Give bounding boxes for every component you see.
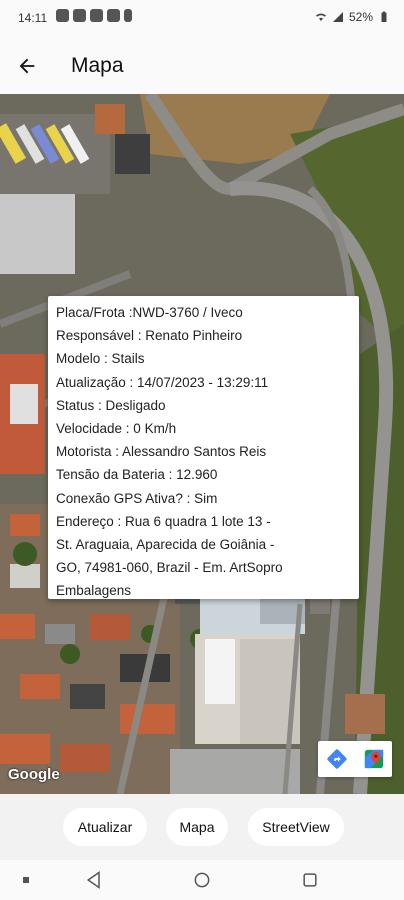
directions-button[interactable] <box>318 741 355 777</box>
nav-back-button[interactable] <box>82 868 106 892</box>
system-status-icons: 52% <box>315 10 390 24</box>
whatsapp-icon <box>56 9 69 22</box>
back-button[interactable] <box>12 51 42 81</box>
page-title: Mapa <box>71 54 124 77</box>
notification-icons <box>56 9 132 22</box>
info-address-3: GO, 74981-060, Brazil - Em. ArtSopro <box>56 560 283 576</box>
info-battery-voltage: Tensão da Bateria : 12.960 <box>56 467 218 483</box>
google-attribution: Google <box>8 766 60 783</box>
home-icon <box>194 872 210 888</box>
arrow-left-icon <box>19 58 35 74</box>
battery-icon <box>381 11 387 22</box>
nav-overview-button[interactable] <box>298 868 322 892</box>
signal-icon <box>332 12 343 22</box>
info-address-2: St. Araguaia, Aparecida de Goiânia - <box>56 537 275 553</box>
streetview-button[interactable]: StreetView <box>248 808 344 846</box>
settings-icon <box>90 9 103 22</box>
overview-icon <box>303 873 317 887</box>
back-icon <box>86 871 100 889</box>
nav-home-button[interactable] <box>190 868 214 892</box>
info-speed: Velocidade : 0 Km/h <box>56 421 177 437</box>
action-bar: Atualizar Mapa StreetView <box>0 794 404 860</box>
open-in-maps-button[interactable] <box>355 741 392 777</box>
update-button[interactable]: Atualizar <box>63 808 147 846</box>
info-plate: Placa/Frota :NWD-3760 / Iveco <box>56 305 243 320</box>
satellite-map[interactable]: Placa/Frota :NWD-3760 / Iveco Responsáve… <box>0 94 404 794</box>
battery-percentage: 52% <box>348 10 373 24</box>
info-status: Status : Desligado <box>56 397 166 413</box>
photo-icon <box>107 9 120 22</box>
status-bar: 14:11 52% <box>0 0 404 36</box>
info-updated: Atualização : 14/07/2023 - 13:29:11 <box>56 374 269 390</box>
map-button[interactable]: Mapa <box>166 808 228 846</box>
recents-dot-button[interactable] <box>14 868 38 892</box>
map-toolbar <box>318 741 392 777</box>
info-responsible: Responsável : Renato Pinheiro <box>56 328 243 344</box>
info-driver: Motorista : Alessandro Santos Reis <box>56 444 267 460</box>
directions-icon <box>326 749 347 769</box>
system-navigation-bar <box>0 860 404 900</box>
google-maps-icon <box>364 749 383 769</box>
chat-icon <box>73 9 86 22</box>
lock-icon <box>124 9 132 22</box>
app-bar: Mapa <box>0 36 404 94</box>
status-time: 14:11 <box>18 11 48 25</box>
info-address-4: Embalagens <box>56 583 132 599</box>
recents-icon <box>23 877 29 883</box>
wifi-icon <box>315 13 326 21</box>
info-window-pointer <box>194 504 214 516</box>
info-model: Modelo : Stails <box>56 351 145 367</box>
vehicle-info-window: Placa/Frota :NWD-3760 / Iveco Responsáve… <box>48 296 359 599</box>
